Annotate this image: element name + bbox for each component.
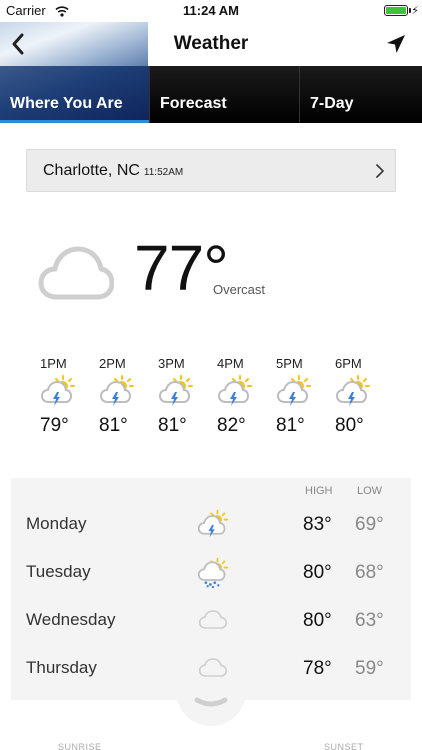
location-selector[interactable]: Charlotte, NC 11:52AM <box>26 149 396 192</box>
sunrise-label: SUNRISE <box>58 742 102 750</box>
hour-time: 6PM <box>335 356 362 371</box>
battery-level <box>386 7 406 14</box>
tab-forecast[interactable]: Forecast <box>149 66 299 123</box>
day-name: Tuesday <box>26 562 91 581</box>
charging-icon: ⚡ <box>411 5 419 17</box>
nav-header: Weather <box>0 22 422 66</box>
hour-temp: 79° <box>40 415 69 436</box>
thunderstorm-sun-icon <box>197 508 229 540</box>
battery-icon <box>384 5 408 16</box>
active-tab-indicator <box>0 120 149 123</box>
day-low: 59° <box>355 658 384 679</box>
tab-where-you-are[interactable]: Where You Are <box>0 66 149 123</box>
day-name: Monday <box>26 514 87 533</box>
day-row[interactable]: Tuesday 80° 68° <box>11 548 411 596</box>
chevron-left-icon <box>12 33 24 55</box>
hour-time: 5PM <box>276 356 303 371</box>
day-high: 83° <box>303 514 332 535</box>
hourly-forecast[interactable]: 1PM 79° 2PM 81° 3PM 81° 4PM 82° 5PM 81° … <box>26 356 406 456</box>
day-low: 68° <box>355 562 384 583</box>
hourly-item: 4PM 82° <box>203 356 255 437</box>
day-low: 69° <box>355 514 384 535</box>
day-name: Thursday <box>26 658 97 677</box>
hourly-item: 3PM 81° <box>144 356 196 437</box>
high-header: HIGH <box>305 485 333 497</box>
tab-label: Where You Are <box>10 94 123 112</box>
day-high: 80° <box>303 562 332 583</box>
chevron-right-icon <box>376 164 384 178</box>
current-condition: Overcast <box>213 282 266 297</box>
page-title: Weather <box>173 33 249 54</box>
hour-temp: 80° <box>335 415 364 436</box>
hour-time: 3PM <box>158 356 185 371</box>
sunset-label: SUNSET <box>324 742 364 750</box>
status-bar: Carrier 11:24 AM ⚡ <box>0 0 422 22</box>
hourly-item: 5PM 81° <box>262 356 314 437</box>
location-time: 11:52AM <box>143 167 184 178</box>
back-button[interactable] <box>4 28 32 60</box>
hour-time: 2PM <box>99 356 126 371</box>
scroll-fade <box>392 356 406 456</box>
thunderstorm-sun-icon <box>276 373 312 409</box>
tab-label: Forecast <box>160 94 227 112</box>
low-header: LOW <box>357 485 383 497</box>
status-time: 11:24 AM <box>183 3 239 18</box>
location-arrow-icon[interactable] <box>384 32 408 56</box>
hour-temp: 81° <box>99 415 128 436</box>
day-row[interactable]: Monday 83° 69° <box>11 500 411 548</box>
expand-handle[interactable] <box>176 680 246 726</box>
hour-temp: 82° <box>217 415 246 436</box>
chevron-down-icon <box>194 697 228 707</box>
thunderstorm-sun-icon <box>158 373 194 409</box>
day-high: 78° <box>303 658 332 679</box>
tab-7-day[interactable]: 7-Day <box>299 66 422 123</box>
thunderstorm-sun-icon <box>99 373 135 409</box>
hourly-item: 6PM 80° <box>321 356 373 437</box>
hourly-item: 2PM 81° <box>85 356 137 437</box>
tab-bar: Where You Are Forecast 7-Day <box>0 66 422 123</box>
day-low: 63° <box>355 610 384 631</box>
day-high: 80° <box>303 610 332 631</box>
tab-label: 7-Day <box>310 94 354 112</box>
cloud-icon <box>197 604 229 636</box>
rain-sun-icon <box>197 556 229 588</box>
hourly-item: 1PM 79° <box>26 356 78 437</box>
thunderstorm-sun-icon <box>40 373 76 409</box>
day-row[interactable]: Wednesday 80° 63° <box>11 596 411 644</box>
hour-time: 1PM <box>40 356 67 371</box>
location-city: Charlotte, NC <box>43 161 140 179</box>
daily-forecast: HIGH LOW Monday 83° 69° Tuesday 80° 68° … <box>11 478 411 700</box>
thunderstorm-sun-icon <box>217 373 253 409</box>
hour-time: 4PM <box>217 356 244 371</box>
hour-temp: 81° <box>276 415 305 436</box>
hour-temp: 81° <box>158 415 187 436</box>
day-name: Wednesday <box>26 610 116 629</box>
cloud-icon <box>38 246 114 300</box>
thunderstorm-sun-icon <box>335 373 371 409</box>
